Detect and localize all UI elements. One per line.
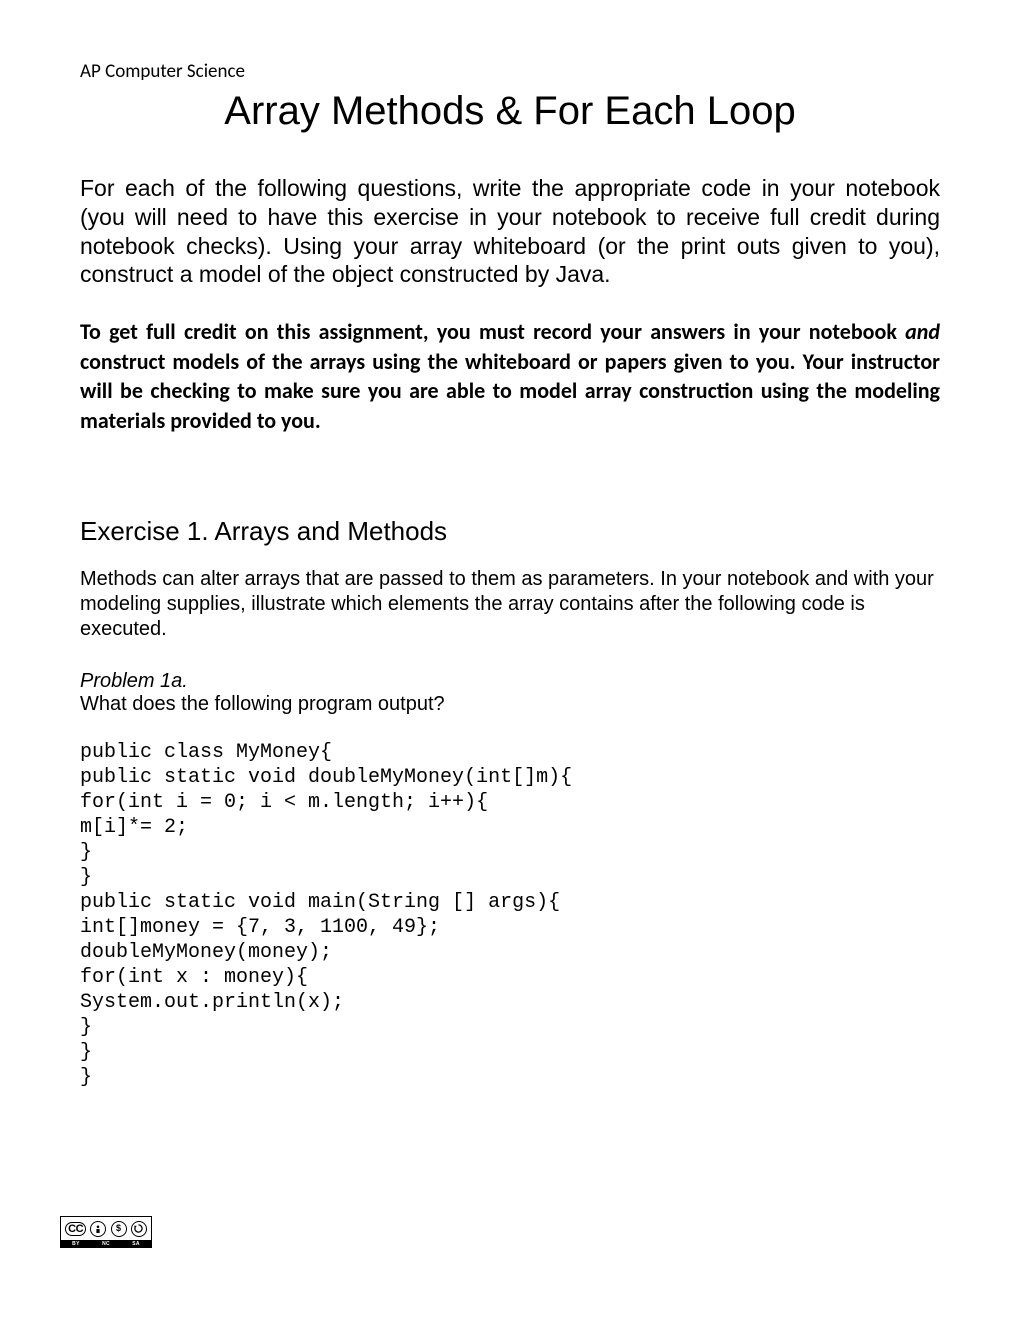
nc-icon: $ <box>111 1221 127 1237</box>
license-labels: BY NC SA <box>61 1240 151 1247</box>
credit-and: and <box>905 318 940 345</box>
sa-icon <box>131 1221 147 1237</box>
license-sa-label: SA <box>132 1241 140 1247</box>
course-header: AP Computer Science <box>80 60 940 83</box>
credit-line1: To get full credit on this assignment, y… <box>80 318 905 345</box>
page-title: Array Methods & For Each Loop <box>80 89 940 134</box>
by-icon <box>90 1221 106 1237</box>
credit-note: To get full credit on this assignment, y… <box>80 317 940 436</box>
cc-icon: CC <box>65 1222 86 1236</box>
license-by-label: BY <box>72 1241 80 1247</box>
code-block: public class MyMoney{ public static void… <box>80 740 940 1090</box>
problem-label: Problem 1a. <box>80 670 940 693</box>
license-icons: CC $ <box>61 1217 151 1240</box>
license-nc-label: NC <box>102 1241 110 1247</box>
document-page: AP Computer Science Array Methods & For … <box>0 0 1020 1320</box>
exercise-desc: Methods can alter arrays that are passed… <box>80 567 940 642</box>
credit-line2: construct models of the arrays using the… <box>80 348 940 434</box>
exercise-title: Exercise 1. Arrays and Methods <box>80 516 940 547</box>
intro-paragraph: For each of the following questions, wri… <box>80 174 940 289</box>
problem-question: What does the following program output? <box>80 693 940 716</box>
license-badge: CC $ BY NC SA <box>60 1216 152 1248</box>
